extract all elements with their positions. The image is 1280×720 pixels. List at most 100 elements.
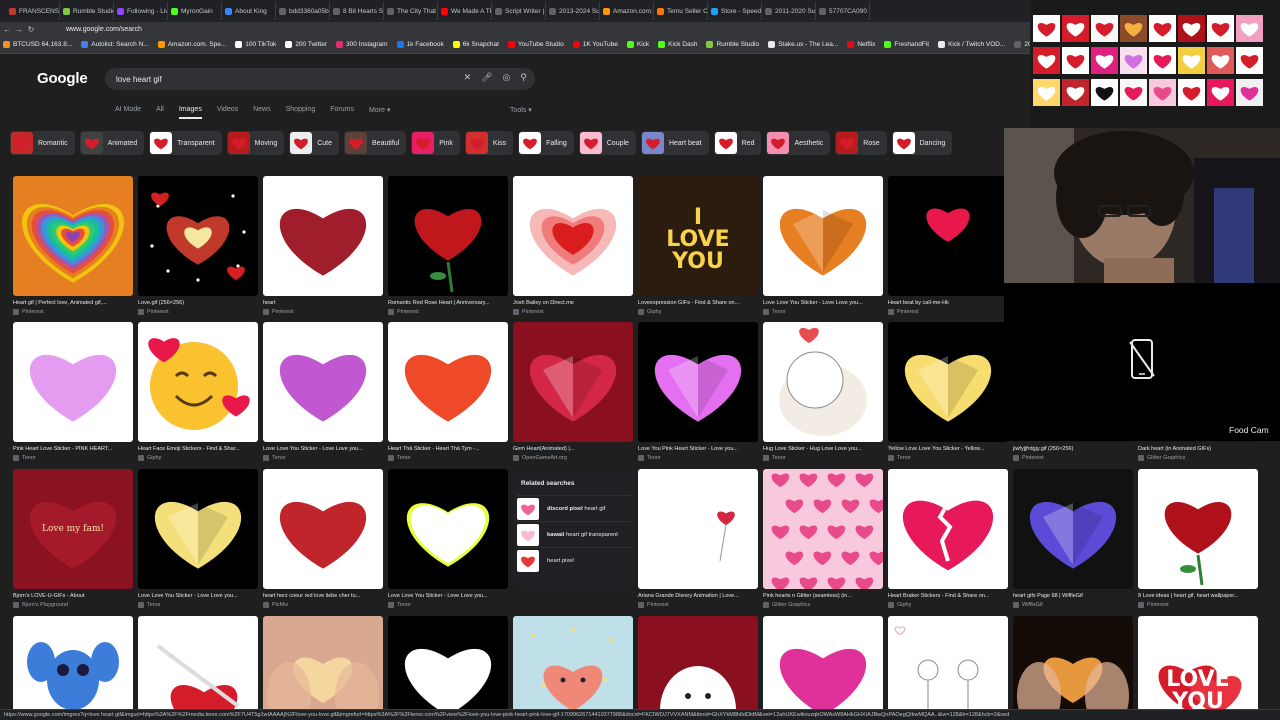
- image-result[interactable]: Pink Heart Love Sticker - PINK HEART... T…: [13, 322, 133, 461]
- image-result[interactable]: 8 Love ideas | heart gif, heart wallpape…: [1138, 469, 1258, 608]
- result-caption[interactable]: 8 Love ideas | heart gif, heart wallpape…: [1138, 593, 1258, 599]
- result-thumbnail[interactable]: [263, 176, 383, 296]
- result-thumbnail[interactable]: [1138, 469, 1258, 589]
- result-caption[interactable]: Love Love You Sticker - Love Love you...: [138, 593, 258, 599]
- search-tab[interactable]: All: [156, 106, 164, 119]
- bookmark-item[interactable]: BTCUSD 64,163.8...: [3, 41, 72, 48]
- result-caption[interactable]: Heart Thả Sticker - Heart Thả Tym -...: [388, 446, 508, 452]
- filter-chip[interactable]: Moving: [226, 131, 285, 155]
- result-caption[interactable]: Loveexpression GIFs - Find & Share on...: [638, 300, 758, 306]
- result-thumbnail[interactable]: [388, 322, 508, 442]
- image-result[interactable]: heart herz coeur red love liebe cher tu.…: [263, 469, 383, 608]
- result-caption[interactable]: Pink hearts n Glitter (seamless) (in...: [763, 593, 883, 599]
- bookmark-item[interactable]: 100 TikTok: [235, 41, 276, 48]
- image-result[interactable]: Heart Face Emoji Stickers - Find & Shar.…: [138, 322, 258, 461]
- result-caption[interactable]: Romantic Red Rose Heart | Anniversary...: [388, 300, 508, 306]
- result-thumbnail[interactable]: [638, 322, 758, 442]
- image-result[interactable]: I LOVE YOU Loveexpression GIFs - Find & Sha…: [638, 176, 758, 315]
- result-thumbnail[interactable]: [888, 469, 1008, 589]
- result-caption[interactable]: Yellow Love Love You Sticker - Yellow...: [888, 446, 1008, 452]
- filter-chip[interactable]: Red: [713, 131, 762, 155]
- result-caption[interactable]: jiwfyjjfrdgjy.gif (256×256): [1013, 446, 1133, 452]
- result-thumbnail[interactable]: [763, 616, 883, 720]
- result-caption[interactable]: heart herz coeur red love liebe cher tu.…: [263, 593, 383, 599]
- result-caption[interactable]: Love.gif (256×256): [138, 300, 258, 306]
- result-caption[interactable]: Dark heart (in Animated GIFs): [1138, 446, 1258, 452]
- browser-tab[interactable]: 2011-2020 Su: [762, 2, 816, 20]
- camera-icon[interactable]: ◎: [503, 72, 511, 83]
- image-result[interactable]: Hug Love Sticker - Hug Love Love you... T…: [763, 322, 883, 461]
- browser-tab[interactable]: bdd3360a05b: [276, 2, 330, 20]
- back-icon[interactable]: ←: [2, 25, 12, 34]
- result-thumbnail[interactable]: [138, 469, 258, 589]
- result-caption[interactable]: Heart gif | Perfect love, Animated gif,.…: [13, 300, 133, 306]
- image-result[interactable]: [513, 616, 633, 720]
- related-search-item[interactable]: discord pixel heart gif: [517, 495, 631, 520]
- result-thumbnail[interactable]: [513, 176, 633, 296]
- result-caption[interactable]: Heart Face Emoji Stickers - Find & Shar.…: [138, 446, 258, 452]
- result-thumbnail[interactable]: Love my fam!: [13, 469, 133, 589]
- search-input[interactable]: love heart gif ✕ 🎤︎ ◎ ⚲: [105, 68, 535, 90]
- bookmark-item[interactable]: 1k Facebook: [396, 41, 444, 48]
- result-thumbnail[interactable]: [13, 176, 133, 296]
- result-caption[interactable]: Gem Heart(Animated) |...: [513, 446, 633, 452]
- result-caption[interactable]: Josh Bailey on Direct.me: [513, 300, 633, 306]
- image-result[interactable]: Love Love You Sticker - Love Love you...…: [388, 469, 508, 608]
- image-result[interactable]: I LOVE YOU: [1138, 616, 1258, 720]
- browser-tab[interactable]: MyronGain: [168, 2, 222, 20]
- bookmark-item[interactable]: Amazon.com. Spe...: [157, 41, 226, 48]
- address-bar[interactable]: ← → ↻ www.google.com/search: [0, 22, 1030, 36]
- result-thumbnail[interactable]: I LOVE YOU: [1138, 616, 1258, 720]
- image-result[interactable]: [638, 616, 758, 720]
- bookmark-item[interactable]: Kick / Twitch VOD...: [938, 41, 1005, 48]
- related-search-item[interactable]: kawaii heart gif transparent: [517, 521, 631, 546]
- search-tab[interactable]: More ▾: [369, 106, 390, 119]
- result-caption[interactable]: Ariana Grande Disney Animation | Love...: [638, 593, 758, 599]
- result-thumbnail[interactable]: [763, 322, 883, 442]
- image-result[interactable]: Yellow Love Love You Sticker - Yellow...…: [888, 322, 1008, 461]
- image-result[interactable]: [263, 616, 383, 720]
- browser-tab[interactable]: About King: [222, 2, 276, 20]
- bookmark-item[interactable]: Kick Dash: [658, 41, 697, 48]
- filter-chip[interactable]: Pink: [411, 131, 460, 155]
- image-result[interactable]: [1013, 616, 1133, 720]
- search-icon[interactable]: ⚲: [520, 72, 527, 83]
- result-thumbnail[interactable]: [1013, 469, 1133, 589]
- filter-chip[interactable]: Cute: [289, 131, 340, 155]
- result-thumbnail[interactable]: [388, 176, 508, 296]
- result-thumbnail[interactable]: [638, 469, 758, 589]
- browser-tab[interactable]: FRANSCENSIO: [6, 2, 60, 20]
- image-result[interactable]: Love Love You Sticker - Love Love you...…: [138, 469, 258, 608]
- image-result[interactable]: Gem Heart(Animated) |... OpenGameArt.org: [513, 322, 633, 461]
- bookmark-item[interactable]: 6k Snapchat: [452, 41, 499, 48]
- url-text[interactable]: www.google.com/search: [66, 26, 142, 33]
- reload-icon[interactable]: ↻: [26, 25, 36, 34]
- filter-chip[interactable]: Heart beat: [640, 131, 709, 155]
- result-thumbnail[interactable]: [1013, 616, 1133, 720]
- result-caption[interactable]: heart gifs Page 98 | WiffleGif: [1013, 593, 1133, 599]
- result-thumbnail[interactable]: [388, 616, 508, 720]
- bookmark-item[interactable]: FreshandFit: [884, 41, 929, 48]
- result-caption[interactable]: Pink Heart Love Sticker - PINK HEART...: [13, 446, 133, 452]
- tools-menu[interactable]: Tools ▾: [510, 106, 532, 114]
- browser-tab[interactable]: 2013-2024 Su: [546, 2, 600, 20]
- image-result[interactable]: Ariana Grande Disney Animation | Love...…: [638, 469, 758, 608]
- image-result[interactable]: [888, 616, 1008, 720]
- image-result[interactable]: Pink hearts n Glitter (seamless) (in... G…: [763, 469, 883, 608]
- result-caption[interactable]: Heart Braker Stickers - Find & Share on.…: [888, 593, 1008, 599]
- browser-tab[interactable]: Store - Speedi: [708, 2, 762, 20]
- result-thumbnail[interactable]: [138, 616, 258, 720]
- filter-chip[interactable]: Dancing: [891, 131, 953, 155]
- image-result[interactable]: Heart Thả Sticker - Heart Thả Tym -... Te…: [388, 322, 508, 461]
- result-thumbnail[interactable]: [638, 616, 758, 720]
- image-result[interactable]: Heart gif | Perfect love, Animated gif,.…: [13, 176, 133, 315]
- result-caption[interactable]: Hug Love Sticker - Hug Love Love you...: [763, 446, 883, 452]
- bookmark-item[interactable]: Kick: [626, 41, 649, 48]
- bookmark-item[interactable]: Rumble Studio: [706, 41, 759, 48]
- search-tab[interactable]: Forums: [330, 106, 354, 119]
- microphone-icon[interactable]: 🎤︎: [481, 72, 492, 83]
- filter-chip[interactable]: Animated: [79, 131, 145, 155]
- result-thumbnail[interactable]: LOVE: [13, 616, 133, 720]
- filter-chip[interactable]: Beautiful: [344, 131, 407, 155]
- image-result[interactable]: LOVE: [13, 616, 133, 720]
